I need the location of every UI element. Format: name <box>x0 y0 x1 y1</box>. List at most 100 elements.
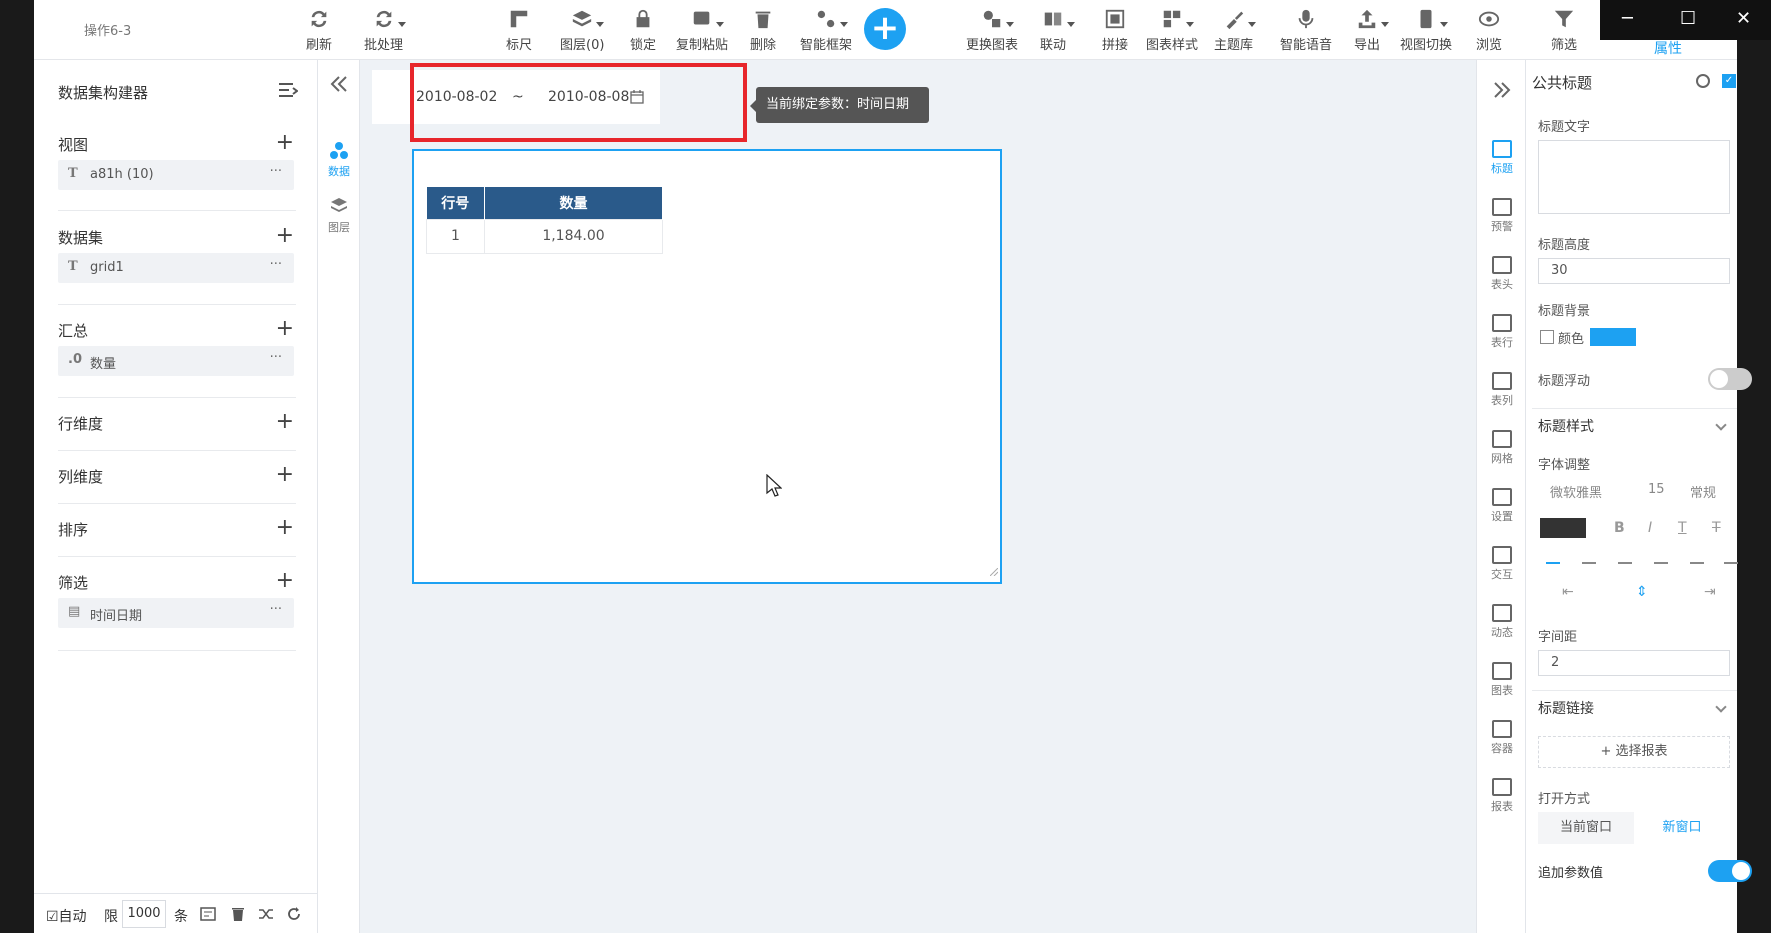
add-sort-button[interactable]: + <box>276 515 294 540</box>
title-style-section[interactable]: 标题样式 <box>1532 408 1737 444</box>
container-settings-tab[interactable]: 容器 <box>1477 720 1527 756</box>
view-switch-button[interactable]: 视图切换 <box>1400 8 1452 53</box>
export-button[interactable]: 导出 <box>1354 8 1389 53</box>
report-settings-tab[interactable]: 报表 <box>1477 778 1527 814</box>
sql-icon[interactable] <box>200 906 216 926</box>
font-weight-select[interactable]: 常规 <box>1690 482 1716 501</box>
align-top-icon[interactable] <box>1654 552 1668 564</box>
title-link-section[interactable]: 标题链接 <box>1532 690 1737 726</box>
row-settings-tab[interactable]: 表行 <box>1477 314 1527 350</box>
general-settings-tab[interactable]: 设置 <box>1477 488 1527 524</box>
add-dataset-button[interactable]: + <box>276 223 294 248</box>
title-height-input[interactable]: 30 <box>1538 258 1730 284</box>
ruler-button[interactable]: 标尺 <box>506 8 532 53</box>
properties-tab[interactable]: 属性 <box>1654 38 1682 58</box>
animation-settings-tab[interactable]: 动态 <box>1477 604 1527 640</box>
font-color-swatch[interactable] <box>1540 518 1586 538</box>
add-filter-button[interactable]: + <box>276 568 294 593</box>
enable-title-checkbox[interactable]: ✓ <box>1722 74 1736 88</box>
summary-chip[interactable]: .0 数量 ··· <box>58 346 294 376</box>
more-icon[interactable]: ··· <box>270 350 282 365</box>
add-view-button[interactable]: + <box>276 130 294 155</box>
delete-button[interactable]: 删除 <box>750 8 776 53</box>
refresh-button[interactable]: 刷新 <box>306 8 332 53</box>
table-header-row-no[interactable]: 行号 <box>426 187 485 219</box>
select-report-button[interactable]: + 选择报表 <box>1538 736 1730 768</box>
indent-center-icon[interactable]: ⇕ <box>1636 584 1648 600</box>
more-icon[interactable]: ··· <box>270 164 282 179</box>
limit-input[interactable]: 1000 <box>122 900 166 928</box>
column-settings-tab[interactable]: 表列 <box>1477 372 1527 408</box>
copy-paste-button[interactable]: 复制粘贴 <box>676 8 728 53</box>
interaction-settings-tab[interactable]: 交互 <box>1477 546 1527 582</box>
collapse-right-icon[interactable] <box>1493 82 1511 102</box>
chart-style-button[interactable]: 图表样式 <box>1146 8 1198 53</box>
lock-button[interactable]: 锁定 <box>630 8 656 53</box>
smart-frame-button[interactable]: 智能框架 <box>800 8 852 53</box>
add-row-dimension-button[interactable]: + <box>276 409 294 434</box>
alert-settings-tab[interactable]: 预警 <box>1477 198 1527 234</box>
gear-icon[interactable] <box>1696 74 1710 88</box>
grid-widget[interactable]: 行号 数量 1 1,184.00 <box>412 149 1002 584</box>
color-checkbox[interactable] <box>1540 330 1554 344</box>
title-bg-color-swatch[interactable] <box>1590 328 1636 346</box>
maximize-button[interactable]: ☐ <box>1680 8 1696 29</box>
strikethrough-icon[interactable]: T <box>1712 520 1721 536</box>
table-cell[interactable]: 1 <box>426 218 485 254</box>
change-chart-button[interactable]: 更换图表 <box>966 8 1018 53</box>
new-window-option[interactable]: 新窗口 <box>1634 812 1730 844</box>
align-left-icon[interactable] <box>1546 552 1560 564</box>
title-float-toggle[interactable] <box>1708 368 1752 390</box>
table-header-quantity[interactable]: 数量 <box>484 187 663 219</box>
splice-button[interactable]: 拼接 <box>1102 8 1128 53</box>
indent-left-icon[interactable]: ⇤ <box>1562 584 1574 600</box>
more-icon[interactable]: ··· <box>270 602 282 617</box>
link-button[interactable]: 联动 <box>1040 8 1075 53</box>
browse-button[interactable]: 浏览 <box>1476 8 1502 53</box>
trash-icon[interactable] <box>230 906 246 926</box>
design-canvas[interactable]: 2010-08-02 ~ 2010-08-08 当前绑定参数：时间日期 行号 数… <box>360 60 1476 933</box>
smart-voice-button[interactable]: 智能语音 <box>1280 8 1332 53</box>
append-param-toggle[interactable] <box>1708 860 1752 882</box>
resize-handle-icon[interactable] <box>989 564 999 580</box>
add-summary-button[interactable]: + <box>276 316 294 341</box>
grid-settings-tab[interactable]: 网格 <box>1477 430 1527 466</box>
indent-right-icon[interactable]: ⇥ <box>1704 584 1716 600</box>
filter-chip[interactable]: ▤ 时间日期 ··· <box>58 598 294 628</box>
auto-checkbox[interactable]: ☑自动 <box>46 906 87 926</box>
current-window-option[interactable]: 当前窗口 <box>1538 812 1634 844</box>
filter-button[interactable]: 筛选 <box>1551 8 1577 53</box>
list-settings-icon[interactable] <box>278 82 299 100</box>
italic-icon[interactable]: I <box>1648 520 1652 536</box>
font-size-select[interactable]: 15 <box>1648 482 1665 497</box>
bold-icon[interactable]: B <box>1614 520 1625 536</box>
shuffle-icon[interactable] <box>258 906 274 926</box>
dataset-chip[interactable]: Tgrid1 ··· <box>58 253 294 283</box>
align-right-icon[interactable] <box>1618 552 1632 564</box>
batch-button[interactable]: 批处理 <box>364 8 406 53</box>
view-chip[interactable]: Ta81h (10) ··· <box>58 160 294 190</box>
table-cell[interactable]: 1,184.00 <box>484 218 663 254</box>
reload-icon[interactable] <box>286 906 302 926</box>
add-column-dimension-button[interactable]: + <box>276 462 294 487</box>
font-family-select[interactable]: 微软雅黑 <box>1550 482 1602 501</box>
title-settings-tab[interactable]: 标题 <box>1477 140 1527 176</box>
link-icon <box>1041 8 1075 30</box>
more-icon[interactable]: ··· <box>270 257 282 272</box>
letter-spacing-input[interactable]: 2 <box>1538 650 1730 676</box>
collapse-left-icon[interactable] <box>330 76 348 96</box>
layers-mode-tab[interactable]: 图层 <box>318 196 360 235</box>
title-text-input[interactable] <box>1538 140 1730 214</box>
align-middle-icon[interactable] <box>1690 552 1704 564</box>
close-button[interactable]: ✕ <box>1736 8 1751 29</box>
layers-button[interactable]: 图层(0) <box>560 8 604 53</box>
align-bottom-icon[interactable] <box>1724 552 1738 564</box>
add-component-button[interactable]: + <box>864 8 906 50</box>
underline-icon[interactable]: T <box>1678 520 1687 536</box>
theme-button[interactable]: 主题库 <box>1214 8 1256 53</box>
data-mode-tab[interactable]: 数据 <box>318 140 360 179</box>
chart-settings-tab[interactable]: 图表 <box>1477 662 1527 698</box>
align-center-icon[interactable] <box>1582 552 1596 564</box>
minimize-button[interactable]: ─ <box>1622 8 1633 29</box>
header-settings-tab[interactable]: 表头 <box>1477 256 1527 292</box>
